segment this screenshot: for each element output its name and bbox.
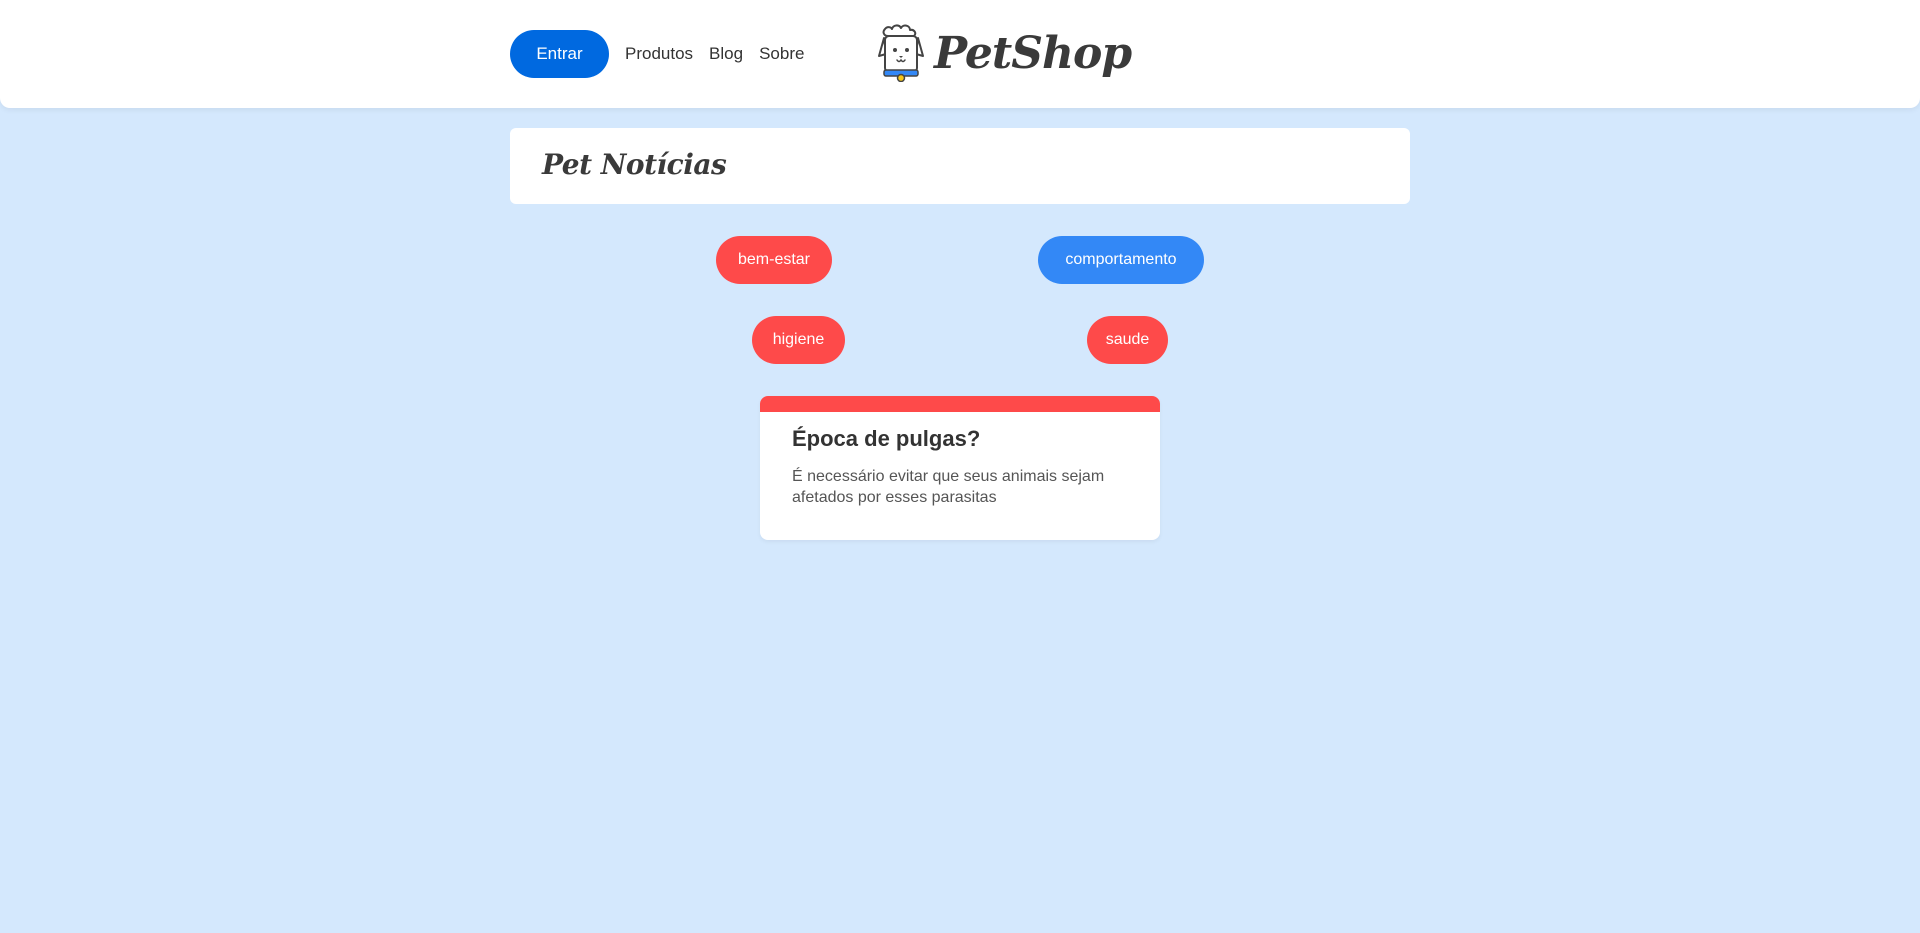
nav-link-sobre[interactable]: Sobre bbox=[759, 44, 804, 64]
site-header: Entrar Produtos Blog Sobre PetShop bbox=[0, 0, 1920, 108]
card-description: É necessário evitar que seus animais sej… bbox=[792, 468, 1105, 506]
logo[interactable]: PetShop bbox=[876, 24, 1132, 82]
tag-bem-estar[interactable]: bem-estar bbox=[716, 236, 832, 284]
card-accent-bar bbox=[760, 396, 1160, 412]
logo-text: PetShop bbox=[934, 27, 1132, 79]
dog-chef-icon bbox=[878, 24, 924, 82]
news-card[interactable]: Época de pulgas? É necessário evitar que… bbox=[760, 396, 1160, 540]
card-title: Época de pulgas? bbox=[792, 426, 981, 451]
nav-link-produtos[interactable]: Produtos bbox=[625, 44, 693, 64]
tag-higiene[interactable]: higiene bbox=[752, 316, 845, 364]
nav-link-blog[interactable]: Blog bbox=[709, 44, 743, 64]
title-panel: Pet Notícias bbox=[510, 128, 1410, 204]
page-title: Pet Notícias bbox=[542, 148, 727, 181]
main-nav: Produtos Blog Sobre bbox=[625, 30, 804, 78]
tag-saude[interactable]: saude bbox=[1087, 316, 1168, 364]
tag-comportamento[interactable]: comportamento bbox=[1038, 236, 1204, 284]
login-button[interactable]: Entrar bbox=[510, 30, 609, 78]
